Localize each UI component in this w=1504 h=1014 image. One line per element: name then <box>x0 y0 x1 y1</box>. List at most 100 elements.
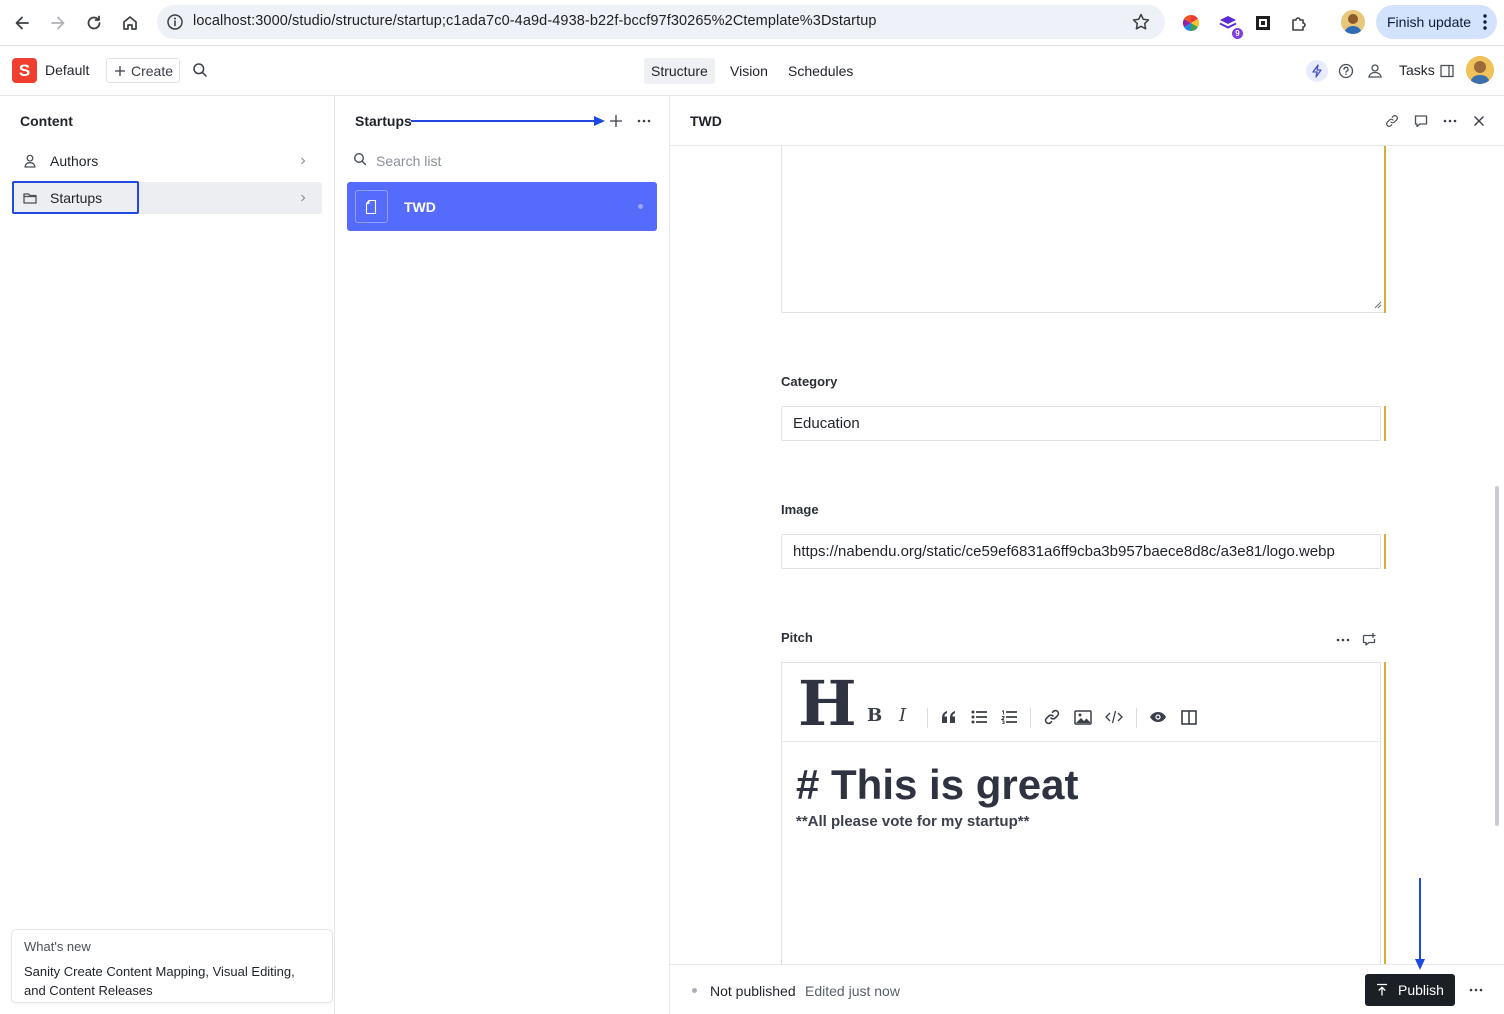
tab-structure[interactable]: Structure <box>644 58 715 84</box>
change-indicator <box>1384 534 1386 569</box>
whats-new-body: Sanity Create Content Mapping, Visual Ed… <box>24 964 295 998</box>
change-indicator <box>1384 146 1386 313</box>
list-pane-title: Startups <box>355 113 412 129</box>
logo-letter: S <box>18 60 31 80</box>
content-pane: Content Authors Startups What's new Sani… <box>0 96 335 1014</box>
frame-extension-icon[interactable] <box>1251 11 1275 35</box>
heading-button[interactable]: H <box>798 669 857 739</box>
image-insert-icon[interactable] <box>1072 706 1094 728</box>
user-avatar[interactable] <box>1466 56 1494 84</box>
bullet-list-icon[interactable] <box>968 706 990 728</box>
pitch-label: Pitch <box>781 630 813 645</box>
close-icon[interactable] <box>1469 111 1489 131</box>
whats-new-card[interactable]: What's new Sanity Create Content Mapping… <box>11 929 333 1003</box>
tab-label: Schedules <box>788 63 854 79</box>
search-list-placeholder: Search list <box>376 153 442 169</box>
publish-button[interactable]: Publish <box>1365 974 1455 1006</box>
publish-icon <box>1377 983 1387 996</box>
reload-icon[interactable] <box>82 11 106 35</box>
toolbar-divider <box>927 708 928 728</box>
forward-icon[interactable] <box>46 11 70 35</box>
numbered-list-icon[interactable] <box>998 706 1020 728</box>
image-label: Image <box>781 502 819 517</box>
back-icon[interactable] <box>10 11 34 35</box>
puzzle-extensions-icon[interactable] <box>1287 11 1311 35</box>
italic-button[interactable]: I <box>899 705 906 726</box>
change-indicator <box>1384 662 1386 964</box>
annotation-highlight-box <box>12 181 139 214</box>
markdown-paragraph-line: **All please vote for my startup** <box>796 813 1030 830</box>
category-input[interactable]: Education <box>781 406 1381 441</box>
document-icon <box>355 190 388 223</box>
edited-timestamp: Edited just now <box>805 983 900 999</box>
link-insert-icon[interactable] <box>1041 706 1063 728</box>
user-icon <box>21 152 39 170</box>
search-icon[interactable] <box>192 62 210 80</box>
field-more-icon[interactable] <box>1333 630 1353 650</box>
list-more-icon[interactable] <box>634 111 654 131</box>
search-list-input[interactable]: Search list <box>353 150 653 172</box>
document-editor-pane: TWD Category Education Image https://nab… <box>670 96 1504 1014</box>
add-document-plus-icon[interactable] <box>606 111 626 131</box>
add-comment-icon[interactable] <box>1359 630 1379 650</box>
create-label: Create <box>131 62 174 79</box>
site-info-icon[interactable] <box>166 13 184 31</box>
help-icon[interactable] <box>1336 61 1356 81</box>
chevron-right-icon <box>296 154 310 168</box>
browser-profile-avatar[interactable] <box>1341 10 1365 34</box>
change-indicator <box>1384 406 1386 441</box>
document-list-pane: Startups Search list TWD <box>335 96 670 1014</box>
code-icon[interactable] <box>1103 706 1125 728</box>
editor-scrollbar[interactable] <box>1495 486 1499 826</box>
quote-icon[interactable] <box>938 706 960 728</box>
document-footer: Not published Edited just now Publish <box>670 964 1504 1014</box>
bookmark-star-icon[interactable] <box>1131 12 1151 32</box>
sidebar-panel-icon[interactable] <box>1437 61 1457 81</box>
image-url-input[interactable]: https://nabendu.org/static/ce59ef6831a6f… <box>781 534 1381 569</box>
document-title: TWD <box>404 198 436 215</box>
stack-extension-icon[interactable]: 9 <box>1216 11 1244 40</box>
color-wheel-extension-icon[interactable] <box>1179 11 1203 35</box>
tab-schedules[interactable]: Schedules <box>781 58 860 84</box>
address-bar[interactable]: localhost:3000/studio/structure/startup;… <box>157 5 1165 39</box>
publish-label: Publish <box>1398 982 1444 998</box>
tab-label: Vision <box>730 63 768 79</box>
workspace-name[interactable]: Default <box>45 62 89 78</box>
markdown-editor[interactable]: H B I # This is great **All please vote … <box>781 662 1381 1014</box>
document-status-dot <box>638 204 643 209</box>
markdown-heading-line: # This is great <box>796 761 1079 808</box>
finish-update-button[interactable]: Finish update <box>1376 5 1497 39</box>
presence-icon[interactable] <box>1365 61 1385 81</box>
whats-new-heading: What's new <box>24 939 91 954</box>
description-textarea[interactable] <box>781 146 1386 313</box>
home-icon[interactable] <box>118 11 142 35</box>
lightning-icon[interactable] <box>1306 60 1328 82</box>
bold-button[interactable]: B <box>867 705 882 726</box>
footer-more-icon[interactable] <box>1466 980 1486 1000</box>
content-pane-title: Content <box>20 113 73 129</box>
studio-navbar: S Default Create Structure Vision Schedu… <box>0 46 1504 96</box>
document-more-icon[interactable] <box>1440 111 1460 131</box>
tab-vision[interactable]: Vision <box>723 58 775 84</box>
category-label: Category <box>781 374 838 389</box>
extension-badge: 9 <box>1231 27 1244 40</box>
resize-grip-icon[interactable] <box>1374 301 1382 309</box>
comment-icon[interactable] <box>1411 111 1431 131</box>
annotation-arrow-to-publish <box>1415 878 1425 970</box>
url-text[interactable]: localhost:3000/studio/structure/startup;… <box>193 13 877 29</box>
link-icon[interactable] <box>1382 111 1402 131</box>
sidebar-item-authors[interactable]: Authors <box>12 145 322 177</box>
editor-header: TWD <box>670 96 1504 146</box>
finish-update-label: Finish update <box>1387 14 1472 30</box>
browser-menu-icon[interactable] <box>1483 14 1487 33</box>
list-item-document[interactable]: TWD <box>347 182 657 231</box>
sidebar-item-label: Authors <box>50 153 99 169</box>
side-by-side-icon[interactable] <box>1178 706 1200 728</box>
toolbar-divider <box>1030 708 1031 728</box>
preview-eye-icon[interactable] <box>1147 706 1169 728</box>
create-button[interactable]: Create <box>106 58 180 83</box>
tasks-button[interactable]: Tasks <box>1399 62 1435 78</box>
document-title-heading: TWD <box>690 113 722 129</box>
studio-logo[interactable]: S <box>12 58 37 83</box>
toolbar-divider <box>1136 708 1137 728</box>
